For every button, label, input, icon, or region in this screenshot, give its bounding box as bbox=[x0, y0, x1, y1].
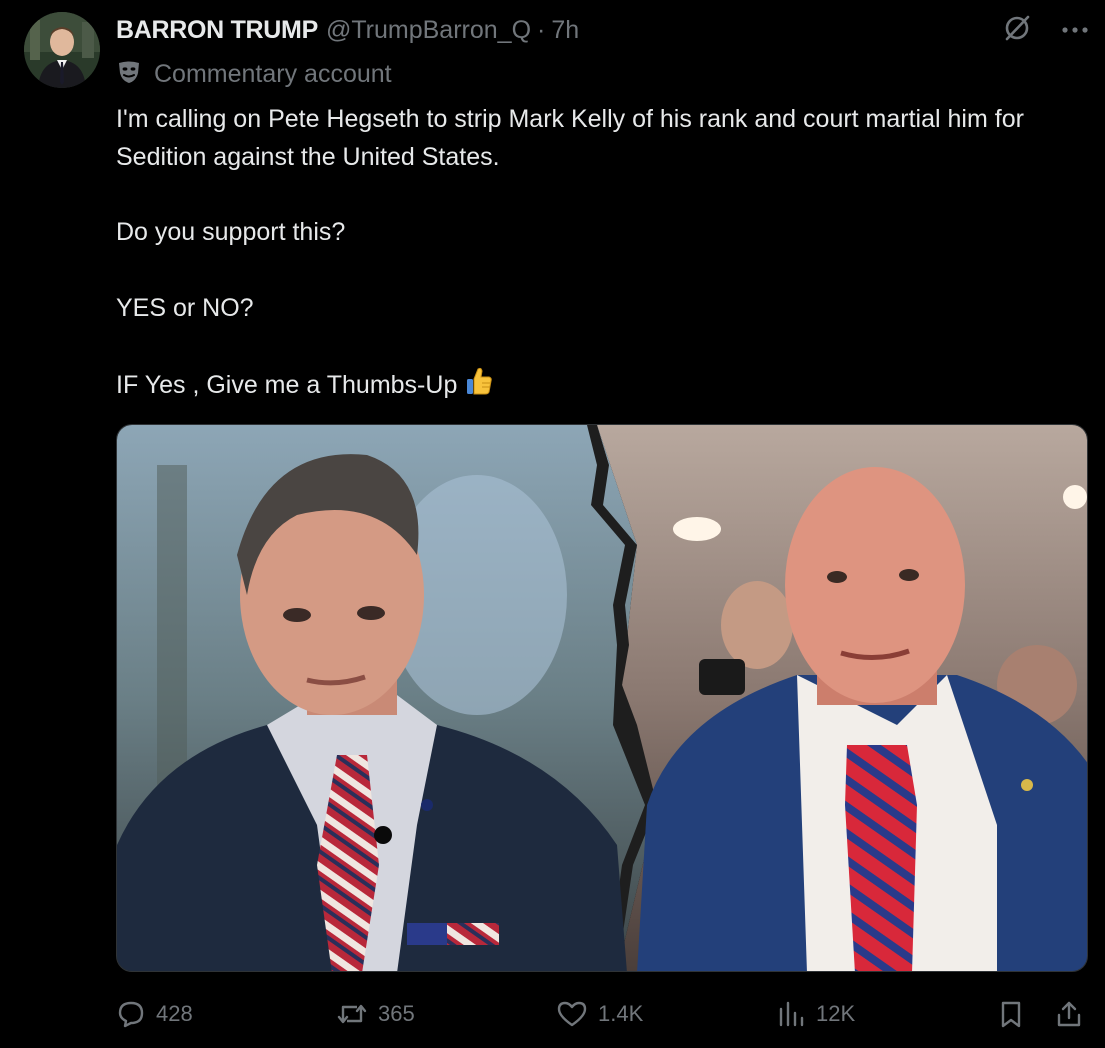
post-time[interactable]: 7h bbox=[551, 16, 579, 45]
display-name[interactable]: BARRON TRUMP bbox=[116, 16, 318, 45]
post-paragraph: YES or NO? bbox=[116, 294, 254, 322]
repost-count: 365 bbox=[378, 1001, 415, 1026]
post-paragraph: IF Yes , Give me a Thumbs-Up bbox=[116, 371, 458, 399]
separator-dot: · bbox=[537, 15, 546, 44]
grok-icon[interactable] bbox=[1001, 12, 1033, 44]
top-actions bbox=[1001, 12, 1089, 44]
share-icon bbox=[1054, 999, 1084, 1029]
tweet: BARRON TRUMP @TrumpBarron_Q · 7h Comment… bbox=[0, 0, 1105, 1048]
like-count: 1.4K bbox=[598, 1001, 644, 1026]
view-count: 12K bbox=[816, 1001, 856, 1026]
views-button[interactable]: 12K bbox=[776, 994, 855, 1034]
reply-button[interactable]: 428 bbox=[116, 994, 193, 1034]
post-text: I'm calling on Pete Hegseth to strip Mar… bbox=[116, 100, 1086, 446]
like-button[interactable]: 1.4K bbox=[556, 994, 643, 1034]
post-paragraph: Do you support this? bbox=[116, 218, 346, 246]
post-image[interactable] bbox=[116, 424, 1088, 972]
repost-button[interactable]: 365 bbox=[336, 994, 415, 1034]
account-label[interactable]: Commentary account bbox=[116, 58, 392, 90]
thumbs-up-emoji bbox=[463, 365, 495, 408]
avatar[interactable] bbox=[24, 12, 100, 88]
share-button[interactable] bbox=[1054, 994, 1084, 1034]
reply-count: 428 bbox=[156, 1001, 193, 1026]
post-paragraph: I'm calling on Pete Hegseth to strip Mar… bbox=[116, 105, 1024, 171]
label-text: Commentary account bbox=[154, 59, 392, 88]
split-photo bbox=[117, 425, 1087, 971]
theater-mask-icon bbox=[116, 59, 142, 90]
analytics-icon bbox=[776, 999, 806, 1029]
reply-icon bbox=[116, 999, 146, 1029]
repost-icon bbox=[336, 999, 368, 1029]
avatar-photo bbox=[24, 12, 100, 88]
heart-icon bbox=[556, 999, 588, 1029]
bookmark-icon bbox=[996, 999, 1026, 1029]
post-paragraph-with-emoji: IF Yes , Give me a Thumbs-Up bbox=[116, 365, 1086, 408]
more-options-icon[interactable] bbox=[1061, 12, 1089, 44]
user-handle[interactable]: @TrumpBarron_Q bbox=[326, 16, 531, 45]
action-bar: 428 365 1.4K 12K bbox=[116, 994, 1088, 1034]
bookmark-button[interactable] bbox=[996, 994, 1026, 1034]
tweet-header: BARRON TRUMP @TrumpBarron_Q · 7h bbox=[116, 12, 579, 48]
